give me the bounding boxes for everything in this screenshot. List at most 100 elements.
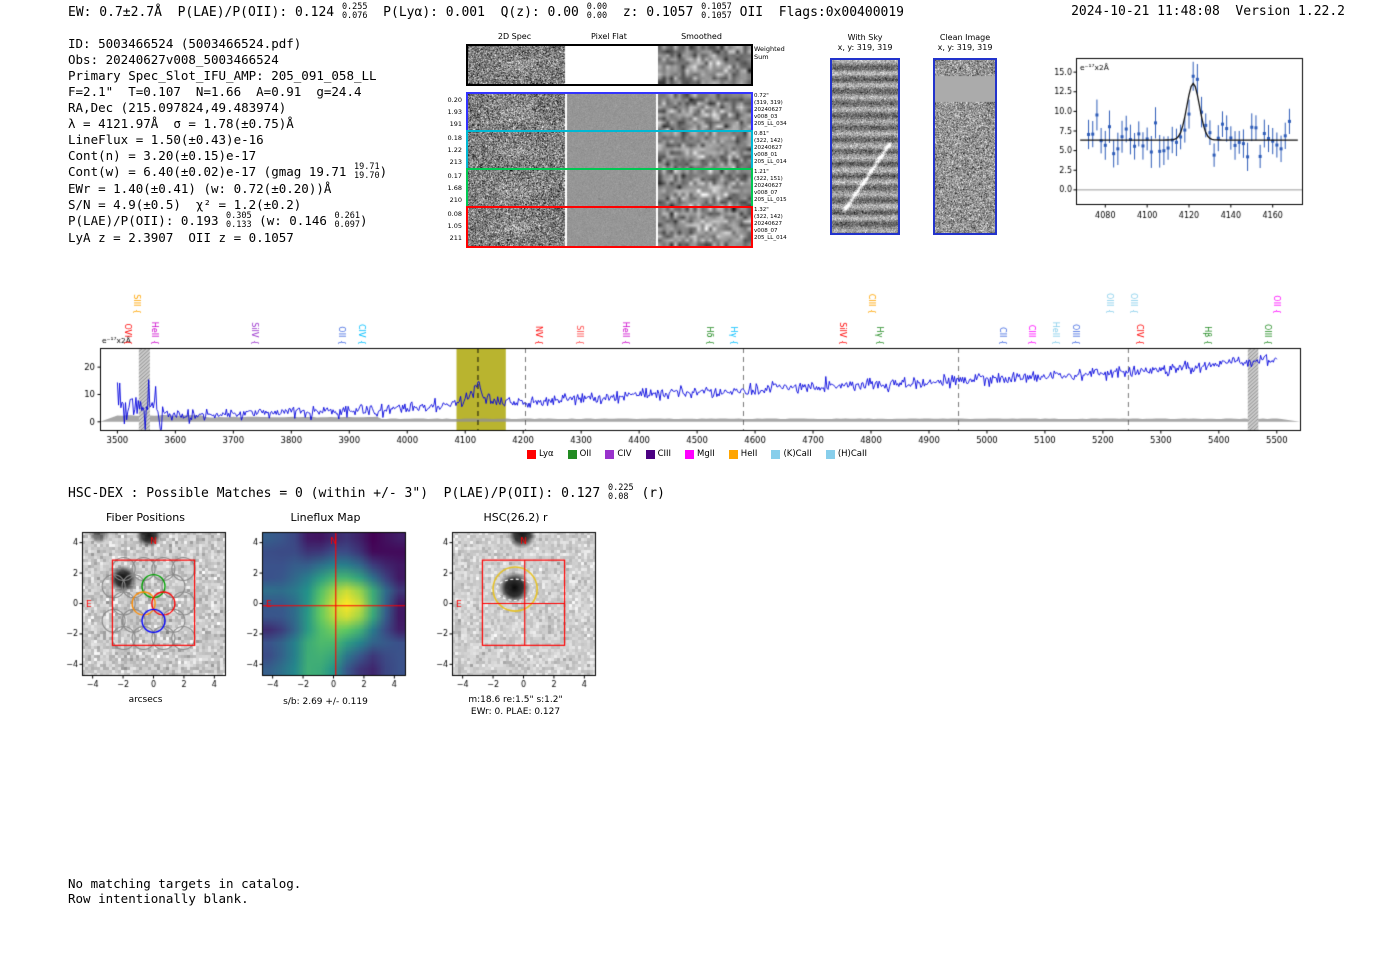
stacked-lo: 0.08 xyxy=(608,491,629,502)
clean-image-coords: x, y: 319, 319 xyxy=(937,43,993,52)
legend-item: MgII xyxy=(685,449,715,459)
info-line: Cont(n) = 3.20(±0.15)e-17 xyxy=(68,148,387,164)
lineflux-map-canvas xyxy=(238,528,413,694)
annotation-line: v008_07 xyxy=(754,228,778,234)
legend-label: CIV xyxy=(617,449,632,459)
stacked-lo: 19.70 xyxy=(353,170,380,181)
info-line: λ = 4121.97Å σ = 1.78(±0.75)Å xyxy=(68,116,387,132)
spec2d-row-canvas xyxy=(466,206,753,248)
legend-swatch xyxy=(825,449,835,459)
text-segment: LyA z = 2.3907 OII z = 0.1057 xyxy=(68,230,294,245)
annotation-line: (322, 142) xyxy=(754,214,783,220)
text-segment: EW: 0.7±2.7Å P(LAE)/P(OII): 0.124 xyxy=(68,5,342,20)
text-segment: (r) xyxy=(633,486,665,501)
annotation-line: (322, 151) xyxy=(754,176,783,182)
weight-value: 210 xyxy=(449,196,462,204)
text-segment: P(LAE)/P(OII): 0.193 xyxy=(68,213,227,228)
spec2d-row-canvas xyxy=(466,168,753,210)
elixer-detection-report: EW: 0.7±2.7Å P(LAE)/P(OII): 0.124 0.255 0… xyxy=(0,0,1400,953)
legend-item: (H)CaII xyxy=(825,449,867,459)
text-segment: P(Lyα): 0.001 Q(z): 0.00 xyxy=(367,5,587,20)
legend-swatch xyxy=(728,449,738,459)
weight-value: 211 xyxy=(449,234,462,242)
annotation-line: 205_LL_015 xyxy=(754,197,787,203)
spec2d-left-weights: 0.17 1.68 210 xyxy=(438,168,462,206)
text-segment: Obs: 20240627v008_5003466524 xyxy=(68,52,279,67)
footer-notes: No matching targets in catalog. Row inten… xyxy=(68,876,301,906)
spec2d-col-header-pixelflat: Pixel Flat xyxy=(591,32,627,41)
annotation-line: (319, 319) xyxy=(754,100,783,106)
info-line: Cont(w) = 6.40(±0.02)e-17 (gmag 19.71 19… xyxy=(68,163,387,181)
clean-image xyxy=(933,58,997,235)
info-line: Obs: 20240627v008_5003466524 xyxy=(68,52,387,68)
annotation-line: v008_01 xyxy=(754,152,778,158)
stacked-value: 0.261 0.097 xyxy=(334,212,360,229)
text-segment: Cont(w) = 6.40(±0.02)e-17 (gmag 19.71 xyxy=(68,164,354,179)
legend-swatch xyxy=(685,449,695,459)
legend-item: CIV xyxy=(605,449,632,459)
annotation-line: 1.32" xyxy=(754,207,769,213)
legend-item: (K)CaII xyxy=(771,449,812,459)
stacked-value: 0.305 0.133 xyxy=(226,212,252,229)
legend-item: Lyα xyxy=(527,449,554,459)
spec2d-left-weights: 0.08 1.05 211 xyxy=(438,206,462,244)
stacked-lo: 0.097 xyxy=(334,219,361,230)
weight-value: 0.20 xyxy=(447,96,462,104)
spec2d-col-header-smoothed: Smoothed xyxy=(681,32,722,41)
text-segment: RA,Dec (215.097824,49.483974) xyxy=(68,100,287,115)
legend-swatch xyxy=(771,449,781,459)
info-line: RA,Dec (215.097824,49.483974) xyxy=(68,100,387,116)
annotation-line: 20240627 xyxy=(754,107,782,113)
spec2d-right-annotation: 1.32" (322, 142) 20240627 v008_07 205_LL_014 xyxy=(754,207,802,242)
legend-label: MgII xyxy=(697,449,715,459)
legend-label: (K)CaII xyxy=(783,449,812,459)
info-line: EWr = 1.40(±0.41) (w: 0.72(±0.20))Å xyxy=(68,181,387,197)
footer-line: No matching targets in catalog. xyxy=(68,876,302,891)
text-segment: (w: 0.146 xyxy=(251,213,335,228)
annotation-line: 205_LL_014 xyxy=(754,159,787,165)
spec2d-right-annotation: Weighted Sum xyxy=(754,45,802,61)
stacked-value: 0.225 0.08 xyxy=(608,484,634,501)
weight-value: 191 xyxy=(449,120,462,128)
annotation-line: Sum xyxy=(754,53,769,61)
lineflux-map-title: Lineflux Map xyxy=(290,511,361,524)
info-line: P(LAE)/P(OII): 0.193 0.305 0.133 (w: 0.14… xyxy=(68,212,387,230)
legend-swatch xyxy=(605,449,615,459)
stacked-value: 0.00 0.00 xyxy=(587,3,607,20)
text-segment: HSC-DEX : Possible Matches = 0 (within +… xyxy=(68,486,609,501)
hsc-dex-summary: HSC-DEX : Possible Matches = 0 (within +… xyxy=(68,484,665,502)
header-summary: EW: 0.7±2.7Å P(LAE)/P(OII): 0.124 0.255 0… xyxy=(68,3,904,21)
with-sky-image xyxy=(830,58,900,235)
legend-item: CIII xyxy=(645,449,672,459)
text-segment: OII Flags:0x00400019 xyxy=(731,5,904,20)
text-segment: ID: 5003466524 (5003466524.pdf) xyxy=(68,36,302,51)
annotation-line: Weighted xyxy=(754,45,785,53)
spec2d-right-annotation: 0.72" (319, 319) 20240627 v008_03 205_LL_034 xyxy=(754,93,802,128)
info-line: LyA z = 2.3907 OII z = 0.1057 xyxy=(68,230,387,246)
spec2d-left-weights: 0.20 1.93 191 xyxy=(438,92,462,130)
spec2d-row-canvas xyxy=(466,44,753,86)
text-segment: λ = 4121.97Å σ = 1.78(±0.75)Å xyxy=(68,116,294,131)
text-segment: F=2.1" T=0.107 N=1.66 A=0.91 g=24.4 xyxy=(68,84,362,99)
clean-image-title: Clean Image xyxy=(939,33,991,42)
spec2d-row-canvas xyxy=(466,92,753,134)
spec2d-row-canvas xyxy=(466,130,753,172)
text-segment: ) xyxy=(360,213,368,228)
weight-value: 1.05 xyxy=(447,222,462,230)
weight-value: 0.18 xyxy=(447,134,462,142)
spectrum-legend: Lyα OII CIV CIII MgII HeII (K)CaII (H)CaII xyxy=(57,449,1337,459)
text-segment: EWr = 1.40(±0.41) (w: 0.72(±0.20))Å xyxy=(68,181,332,196)
spec2d-right-annotation: 1.21" (322, 151) 20240627 v008_07 205_LL_015 xyxy=(754,169,802,204)
annotation-line: v008_03 xyxy=(754,114,778,120)
hsc-cutout-canvas xyxy=(428,528,603,694)
fiber-positions-xlabel: arcsecs xyxy=(128,695,163,705)
line-fit-chart-canvas xyxy=(1038,50,1310,228)
text-segment: Primary Spec_Slot_IFU_AMP: 205_091_058_L… xyxy=(68,68,377,83)
spec2d-right-annotation: 0.81" (322, 142) 20240627 v008_01 205_LL_014 xyxy=(754,131,802,166)
annotation-line: 1.21" xyxy=(754,169,769,175)
full-spectrum-chart-canvas xyxy=(57,272,1337,450)
annotation-line: (322, 142) xyxy=(754,138,783,144)
with-sky-coords: x, y: 319, 319 xyxy=(837,43,893,52)
legend-label: CIII xyxy=(657,449,672,459)
text-segment: Cont(n) = 3.20(±0.15)e-17 xyxy=(68,148,257,163)
